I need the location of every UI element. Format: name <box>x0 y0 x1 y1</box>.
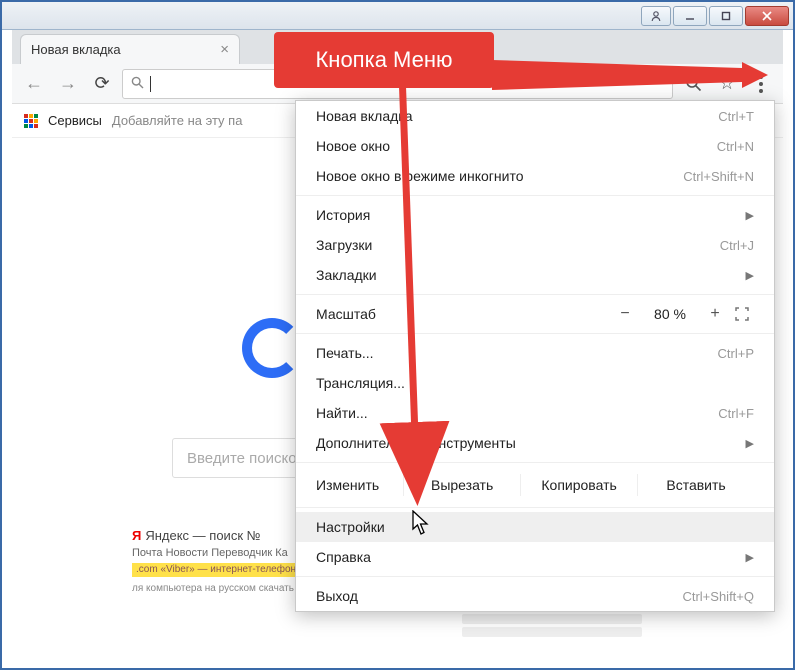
menu-label: Новое окно <box>316 138 390 154</box>
menu-item-help[interactable]: Справка ▶ <box>296 542 774 572</box>
menu-separator <box>296 333 774 334</box>
reload-button[interactable]: ⟳ <box>88 70 116 98</box>
tab-title: Новая вкладка <box>31 42 121 57</box>
omnibox-caret <box>150 76 151 92</box>
zoom-in-button[interactable]: + <box>700 305 730 323</box>
card-title: Яндекс — поиск № <box>145 528 260 543</box>
menu-item-incognito[interactable]: Новое окно в режиме инкогнито Ctrl+Shift… <box>296 161 774 191</box>
chevron-right-icon: ▶ <box>746 437 754 450</box>
menu-label: Изменить <box>316 477 379 493</box>
menu-item-new-tab[interactable]: Новая вкладка Ctrl+T <box>296 101 774 131</box>
cursor-icon <box>412 510 432 536</box>
edit-cut-button[interactable]: Вырезать <box>403 474 520 496</box>
menu-label: Дополнительные инструменты <box>316 435 516 451</box>
card-links: Почта Новости Переводчик Ка <box>132 547 322 559</box>
search-placeholder: Введите поисков <box>187 450 305 467</box>
menu-separator <box>296 576 774 577</box>
menu-separator <box>296 507 774 508</box>
callout-text: Кнопка Меню <box>315 47 452 73</box>
menu-shortcut: Ctrl+Shift+N <box>683 169 754 184</box>
zoom-value: 80 % <box>640 306 700 322</box>
menu-item-find[interactable]: Найти... Ctrl+F <box>296 398 774 428</box>
menu-item-downloads[interactable]: Загрузки Ctrl+J <box>296 230 774 260</box>
zoom-out-button[interactable]: − <box>610 305 640 323</box>
menu-label: Выход <box>316 588 358 604</box>
menu-label: Справка <box>316 549 371 565</box>
menu-separator <box>296 462 774 463</box>
search-icon <box>131 76 144 92</box>
menu-label: Новая вкладка <box>316 108 413 124</box>
tab-close-icon[interactable]: × <box>220 42 229 57</box>
bookmarks-hint: Добавляйте на эту па <box>112 113 243 128</box>
menu-label: Новое окно в режиме инкогнито <box>316 168 524 184</box>
annotation-callout: Кнопка Меню <box>274 32 494 88</box>
menu-shortcut: Ctrl+F <box>718 406 754 421</box>
menu-edit-row: Изменить Вырезать Копировать Вставить <box>296 467 774 503</box>
menu-label: Закладки <box>316 267 377 283</box>
main-menu: Новая вкладка Ctrl+T Новое окно Ctrl+N Н… <box>295 100 775 612</box>
menu-button[interactable] <box>747 70 775 98</box>
menu-label: История <box>316 207 370 223</box>
menu-shortcut: Ctrl+T <box>718 109 754 124</box>
menu-shortcut: Ctrl+N <box>717 139 754 154</box>
forward-button[interactable]: → <box>54 70 82 98</box>
chevron-right-icon: ▶ <box>746 551 754 564</box>
menu-separator <box>296 294 774 295</box>
menu-shortcut: Ctrl+Shift+Q <box>682 589 754 604</box>
search-box[interactable]: Введите поисков <box>172 438 312 478</box>
window-user-button[interactable] <box>641 6 671 26</box>
card-grey: ля компьютера на русском скачать бес <box>132 583 322 594</box>
apps-icon[interactable] <box>24 114 38 128</box>
menu-label: Найти... <box>316 405 368 421</box>
menu-shortcut: Ctrl+P <box>718 346 754 361</box>
tab-new[interactable]: Новая вкладка × <box>20 34 240 64</box>
window-close-button[interactable] <box>745 6 789 26</box>
edit-copy-button[interactable]: Копировать <box>520 474 637 496</box>
back-button[interactable]: ← <box>20 70 48 98</box>
window-titlebar <box>2 2 793 30</box>
menu-item-cast[interactable]: Трансляция... <box>296 368 774 398</box>
zoom-icon[interactable] <box>679 70 707 98</box>
menu-label: Печать... <box>316 345 374 361</box>
window-maximize-button[interactable] <box>709 6 743 26</box>
chevron-right-icon: ▶ <box>746 269 754 282</box>
menu-item-exit[interactable]: Выход Ctrl+Shift+Q <box>296 581 774 611</box>
menu-item-settings[interactable]: Настройки <box>296 512 774 542</box>
menu-label: Загрузки <box>316 237 372 253</box>
window-minimize-button[interactable] <box>673 6 707 26</box>
card-yellow: .com «Viber» — интернет-телефон <box>132 563 322 577</box>
menu-label: Трансляция... <box>316 375 405 391</box>
edit-paste-button[interactable]: Вставить <box>637 474 754 496</box>
chevron-right-icon: ▶ <box>746 209 754 222</box>
menu-label: Настройки <box>316 519 385 535</box>
menu-item-new-window[interactable]: Новое окно Ctrl+N <box>296 131 774 161</box>
google-logo <box>242 318 302 378</box>
menu-separator <box>296 195 774 196</box>
apps-label[interactable]: Сервисы <box>48 113 102 128</box>
menu-label: Масштаб <box>316 306 376 322</box>
thumbnail-card-yandex[interactable]: ЯЯндекс — поиск № Почта Новости Переводч… <box>132 528 322 594</box>
menu-shortcut: Ctrl+J <box>720 238 754 253</box>
menu-zoom-row: Масштаб − 80 % + <box>296 299 774 329</box>
menu-item-print[interactable]: Печать... Ctrl+P <box>296 338 774 368</box>
star-icon[interactable]: ☆ <box>713 70 741 98</box>
menu-item-more-tools[interactable]: Дополнительные инструменты ▶ <box>296 428 774 458</box>
menu-item-history[interactable]: История ▶ <box>296 200 774 230</box>
menu-item-bookmarks[interactable]: Закладки ▶ <box>296 260 774 290</box>
fullscreen-icon[interactable] <box>730 305 754 323</box>
